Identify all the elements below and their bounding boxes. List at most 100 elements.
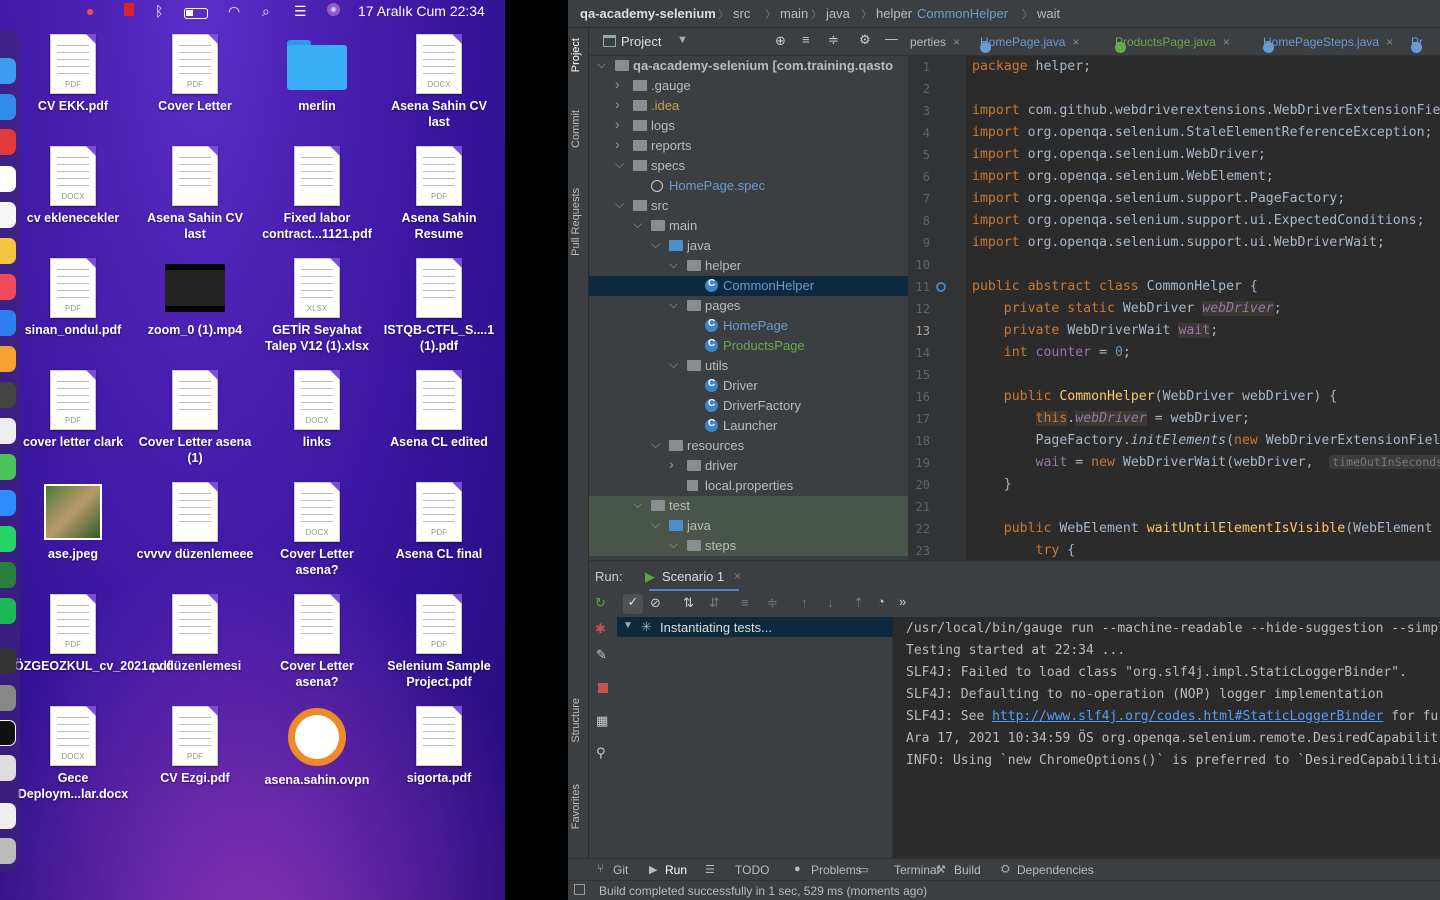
desktop-file-icon[interactable]: ase.jpeg (12, 482, 134, 562)
breadcrumb-item[interactable]: java (826, 6, 850, 21)
chevron-down-icon[interactable]: ⌵ (651, 517, 660, 532)
implemented-marker-icon[interactable] (936, 282, 946, 292)
collapse-all-icon[interactable]: ≑ (828, 32, 839, 48)
project-tree-item[interactable]: ⌵ java (589, 236, 908, 256)
chevron-down-icon[interactable]: ⌵ (615, 157, 624, 172)
project-tree-item[interactable]: ⌵ test (589, 496, 908, 516)
run-console[interactable]: /usr/local/bin/gauge run --machine-reada… (893, 617, 1440, 859)
dock-slack-icon[interactable] (0, 454, 16, 480)
desktop-file-icon[interactable]: Asena CL edited (378, 370, 500, 450)
project-tree-item[interactable]: ⌵ pages (589, 296, 908, 316)
chevron-right-icon[interactable]: › (615, 116, 620, 132)
desktop-file-icon[interactable]: Cover Letter asena? (256, 594, 378, 690)
close-icon[interactable]: × (1072, 35, 1079, 49)
chevron-down-icon[interactable]: ⌵ (633, 217, 642, 232)
editor-tab[interactable]: HomePageSteps.java × (1263, 35, 1393, 53)
collapse-all-icon[interactable]: ≑ (767, 595, 778, 611)
desktop-file-icon[interactable]: DOCX Asena Sahin CV last (378, 34, 500, 130)
desktop-file-icon[interactable]: Asena Sahin CV last (134, 146, 256, 242)
chevron-down-icon[interactable]: ⌵ (669, 297, 678, 312)
structure-tool-tab[interactable]: Structure (570, 698, 582, 743)
console-link[interactable]: http://www.slf4j.org/codes.html#StaticLo… (992, 709, 1383, 724)
desktop-file-icon[interactable]: PDF CV EKK.pdf (12, 34, 134, 114)
spotlight-search-icon[interactable]: ⌕ (262, 3, 270, 20)
chevron-right-icon[interactable]: › (615, 136, 620, 152)
chevron-down-icon[interactable]: ⌵ (651, 437, 660, 452)
dock-music-icon[interactable] (0, 274, 16, 300)
project-tool-tab[interactable]: Project (570, 38, 582, 72)
chevron-down-icon[interactable]: ▼ (623, 620, 633, 631)
layout-toggle-icon[interactable] (574, 884, 585, 895)
dock-intellij-icon[interactable] (0, 720, 16, 746)
dock-chrome-icon[interactable] (0, 418, 16, 444)
close-icon[interactable]: × (734, 569, 741, 583)
next-failed-icon[interactable]: ↓ (827, 595, 834, 610)
project-tree-item[interactable]: ⌵ qa-academy-selenium [com.training.qasto (589, 56, 908, 76)
dock-settings-icon[interactable] (0, 382, 16, 408)
commit-tool-tab[interactable]: Commit (570, 110, 582, 148)
test-tree-row[interactable]: ▼ ✳ Instantiating tests... (617, 617, 893, 637)
project-tree-item[interactable]: ⌵ steps (589, 536, 908, 556)
project-tree-item[interactable]: HomePage.spec (589, 176, 908, 196)
dock-notes-icon[interactable] (0, 166, 16, 192)
tool-tab-problems[interactable]: Problems (811, 863, 862, 877)
project-tree-item[interactable]: › reports (589, 136, 908, 156)
project-tree-item[interactable]: ⌵ resources (589, 436, 908, 456)
dock-preview-icon[interactable] (0, 755, 16, 781)
desktop-file-icon[interactable]: PDF Cover Letter (134, 34, 256, 114)
editor-tab[interactable]: HomePage.java × (980, 35, 1079, 53)
pin-icon[interactable]: ⚲ (596, 745, 606, 761)
desktop-file-icon[interactable]: DOCX cv eklenecekler (12, 146, 134, 226)
desktop-file-icon[interactable]: PDF Asena Sahin Resume (378, 146, 500, 242)
chevron-down-icon[interactable]: ▼ (677, 34, 688, 46)
project-tree-item[interactable]: DriverFactory (589, 396, 908, 416)
tool-tab-dependencies[interactable]: Dependencies (1017, 863, 1094, 877)
desktop-file-icon[interactable]: asena.sahin.ovpn (256, 706, 378, 788)
desktop-file-icon[interactable]: PDF sinan_ondul.pdf (12, 258, 134, 338)
breadcrumb-item[interactable]: src (733, 6, 750, 21)
dock-app-store-icon[interactable] (0, 310, 16, 336)
project-tree-item[interactable]: › driver (589, 456, 908, 476)
dock-calendar-icon[interactable] (0, 129, 16, 155)
tool-tab-git[interactable]: Git (613, 863, 628, 877)
rerun-icon[interactable]: ↻ (595, 595, 606, 611)
breadcrumb-item[interactable]: qa-academy-selenium (580, 6, 716, 21)
dock-whatsapp-icon[interactable] (0, 526, 16, 552)
dock-downloads-icon[interactable] (0, 803, 16, 829)
chevron-down-icon[interactable]: ⌵ (669, 257, 678, 272)
control-center-icon[interactable]: ☰ (294, 3, 307, 20)
desktop-file-icon[interactable]: cv düzenlemesi (134, 594, 256, 674)
editor-tab[interactable]: ProductsPage.java × (1115, 35, 1230, 53)
chevron-down-icon[interactable]: ⌵ (615, 197, 624, 212)
more-icon[interactable]: » (899, 594, 906, 609)
dock-app-icon[interactable] (0, 685, 16, 711)
expand-all-icon[interactable]: ≡ (802, 32, 810, 47)
desktop-file-icon[interactable]: PDF CV Ezgi.pdf (134, 706, 256, 786)
project-tree-item[interactable]: Launcher (589, 416, 908, 436)
dock-stickies-icon[interactable] (0, 238, 16, 264)
previous-failed-icon[interactable]: ↑ (801, 595, 808, 610)
bluetooth-icon[interactable]: ᛒ (155, 3, 163, 19)
chevron-down-icon[interactable]: ⌵ (669, 537, 678, 552)
project-tree-item[interactable]: ⌵ java (589, 516, 908, 536)
project-tree-item[interactable]: ⌵ main (589, 216, 908, 236)
stop-icon[interactable] (598, 683, 608, 693)
desktop-file-icon[interactable]: PDF Asena CL final (378, 482, 500, 562)
desktop-file-icon[interactable]: DOCX links (256, 370, 378, 450)
expand-icon[interactable]: ⇡ (853, 595, 864, 611)
layout-icon[interactable]: ▦ (596, 713, 608, 729)
project-tree-item[interactable]: ProductsPage (589, 336, 908, 356)
breadcrumb-item[interactable]: CommonHelper (917, 6, 1008, 21)
desktop-file-icon[interactable]: XLSX GETİR Seyahat Talep V12 (1).xlsx (256, 258, 378, 354)
desktop-file-icon[interactable]: ISTQB-CTFL_S....1 (1).pdf (378, 258, 500, 354)
dock-spotify-icon[interactable] (0, 598, 16, 624)
tool-tab-run[interactable]: Run (665, 863, 687, 877)
chevron-down-icon[interactable]: ⌵ (633, 497, 642, 512)
breadcrumb-item[interactable]: main (780, 6, 808, 21)
desktop-file-icon[interactable]: merlin (256, 34, 378, 114)
breadcrumb-item[interactable]: wait (1037, 6, 1060, 21)
project-tree-item[interactable]: › logs (589, 116, 908, 136)
hide-panel-icon[interactable]: — (885, 31, 898, 46)
siri-icon[interactable] (327, 3, 340, 19)
dock-zoom-icon[interactable] (0, 490, 16, 516)
